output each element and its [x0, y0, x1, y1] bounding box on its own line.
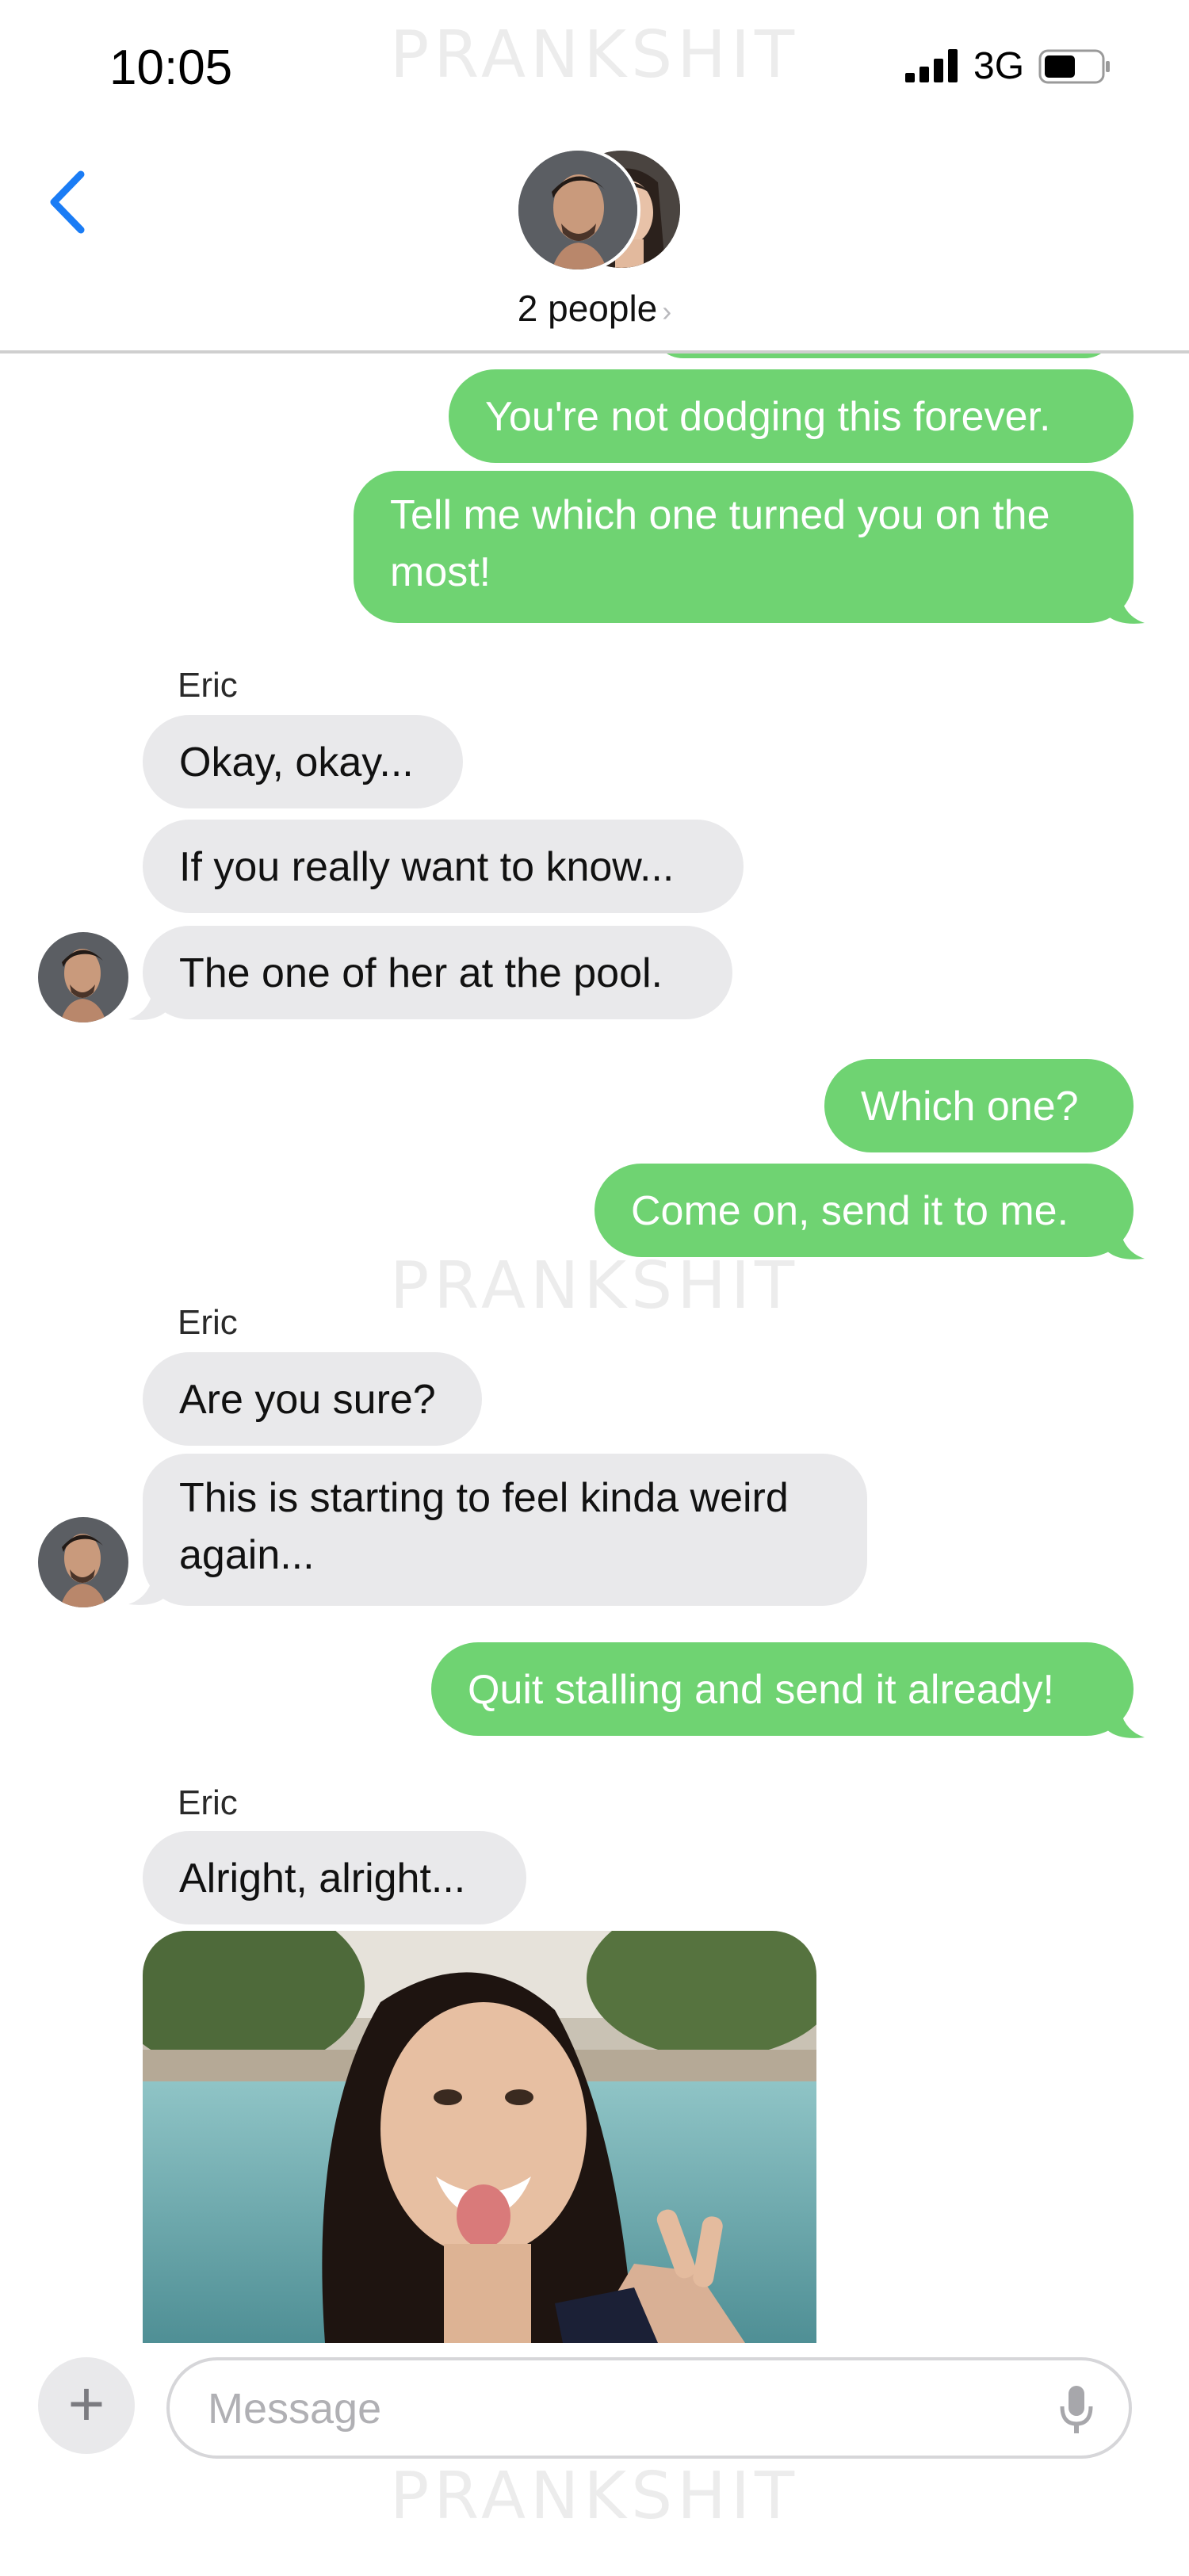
status-time: 10:05	[109, 40, 233, 95]
sender-avatar[interactable]	[38, 1517, 128, 1607]
message-bubble-outgoing[interactable]: Which one?	[824, 1059, 1134, 1152]
group-avatar[interactable]	[515, 147, 690, 274]
message-text-line: again...	[179, 1532, 315, 1578]
chevron-right-icon: ›	[662, 295, 672, 327]
message-input[interactable]	[206, 2379, 1002, 2438]
message-bubble-incoming[interactable]: This is starting to feel kinda weird aga…	[143, 1454, 867, 1606]
message-bubble-incoming[interactable]: Are you sure?	[143, 1352, 482, 1446]
message-text: Which one?	[861, 1084, 1079, 1129]
signal-bars-icon	[905, 49, 958, 82]
battery-icon	[1038, 49, 1110, 84]
sender-name: Eric	[178, 1303, 238, 1342]
sender-name: Eric	[178, 666, 238, 705]
message-text: You're not dodging this forever.	[485, 394, 1051, 440]
avatar-man	[515, 147, 640, 273]
message-bubble-incoming[interactable]: The one of her at the pool.	[143, 926, 732, 1019]
message-bubble-outgoing[interactable]: You're not dodging this forever.	[449, 369, 1134, 463]
sender-avatar[interactable]	[38, 932, 128, 1022]
bubble-tail	[128, 983, 166, 1020]
watermark-bottom: PRANKSHIT	[389, 2459, 800, 2534]
network-type: 3G	[973, 45, 1025, 87]
message-text-line: most!	[390, 549, 491, 595]
message-bubble-incoming[interactable]: If you really want to know...	[143, 820, 744, 913]
message-text: If you really want to know...	[179, 844, 675, 890]
message-bubble-incoming[interactable]: Okay, okay...	[143, 715, 463, 808]
message-bubble-outgoing[interactable]: Quit stalling and send it already!	[431, 1642, 1134, 1736]
sender-name: Eric	[178, 1783, 238, 1822]
message-field[interactable]	[166, 2357, 1132, 2459]
message-bubble-outgoing[interactable]: Tell me which one turned you on the most…	[354, 471, 1134, 623]
conversation-header: 10:05 3G 2 people ›	[0, 0, 1189, 354]
photo-message[interactable]	[143, 1931, 816, 2343]
participants-count: 2 people	[517, 288, 658, 329]
message-bubble-outgoing[interactable]: Come on, send it to me.	[594, 1164, 1134, 1257]
plus-icon: +	[67, 2368, 105, 2439]
message-text: Come on, send it to me.	[631, 1188, 1069, 1234]
message-text: Are you sure?	[179, 1377, 436, 1423]
microphone-icon[interactable]	[1059, 2384, 1094, 2436]
bubble-tail	[1107, 1222, 1145, 1259]
message-text-line: This is starting to feel kinda weird	[179, 1475, 789, 1521]
add-attachment-button[interactable]: +	[38, 2357, 135, 2454]
message-bubble-incoming[interactable]: Alright, alright...	[143, 1831, 526, 1924]
message-text: Okay, okay...	[179, 740, 414, 785]
message-text: Quit stalling and send it already!	[468, 1667, 1054, 1713]
message-text: The one of her at the pool.	[179, 950, 663, 996]
message-text-line: Tell me which one turned you on the	[390, 492, 1050, 538]
bubble-tail	[128, 1568, 166, 1605]
bubble-tail	[1107, 1701, 1145, 1738]
bubble-tail	[1107, 587, 1145, 624]
message-text: Alright, alright...	[179, 1856, 466, 1901]
conversation-title[interactable]: 2 people ›	[0, 287, 1189, 330]
back-chevron-icon[interactable]	[44, 166, 92, 238]
